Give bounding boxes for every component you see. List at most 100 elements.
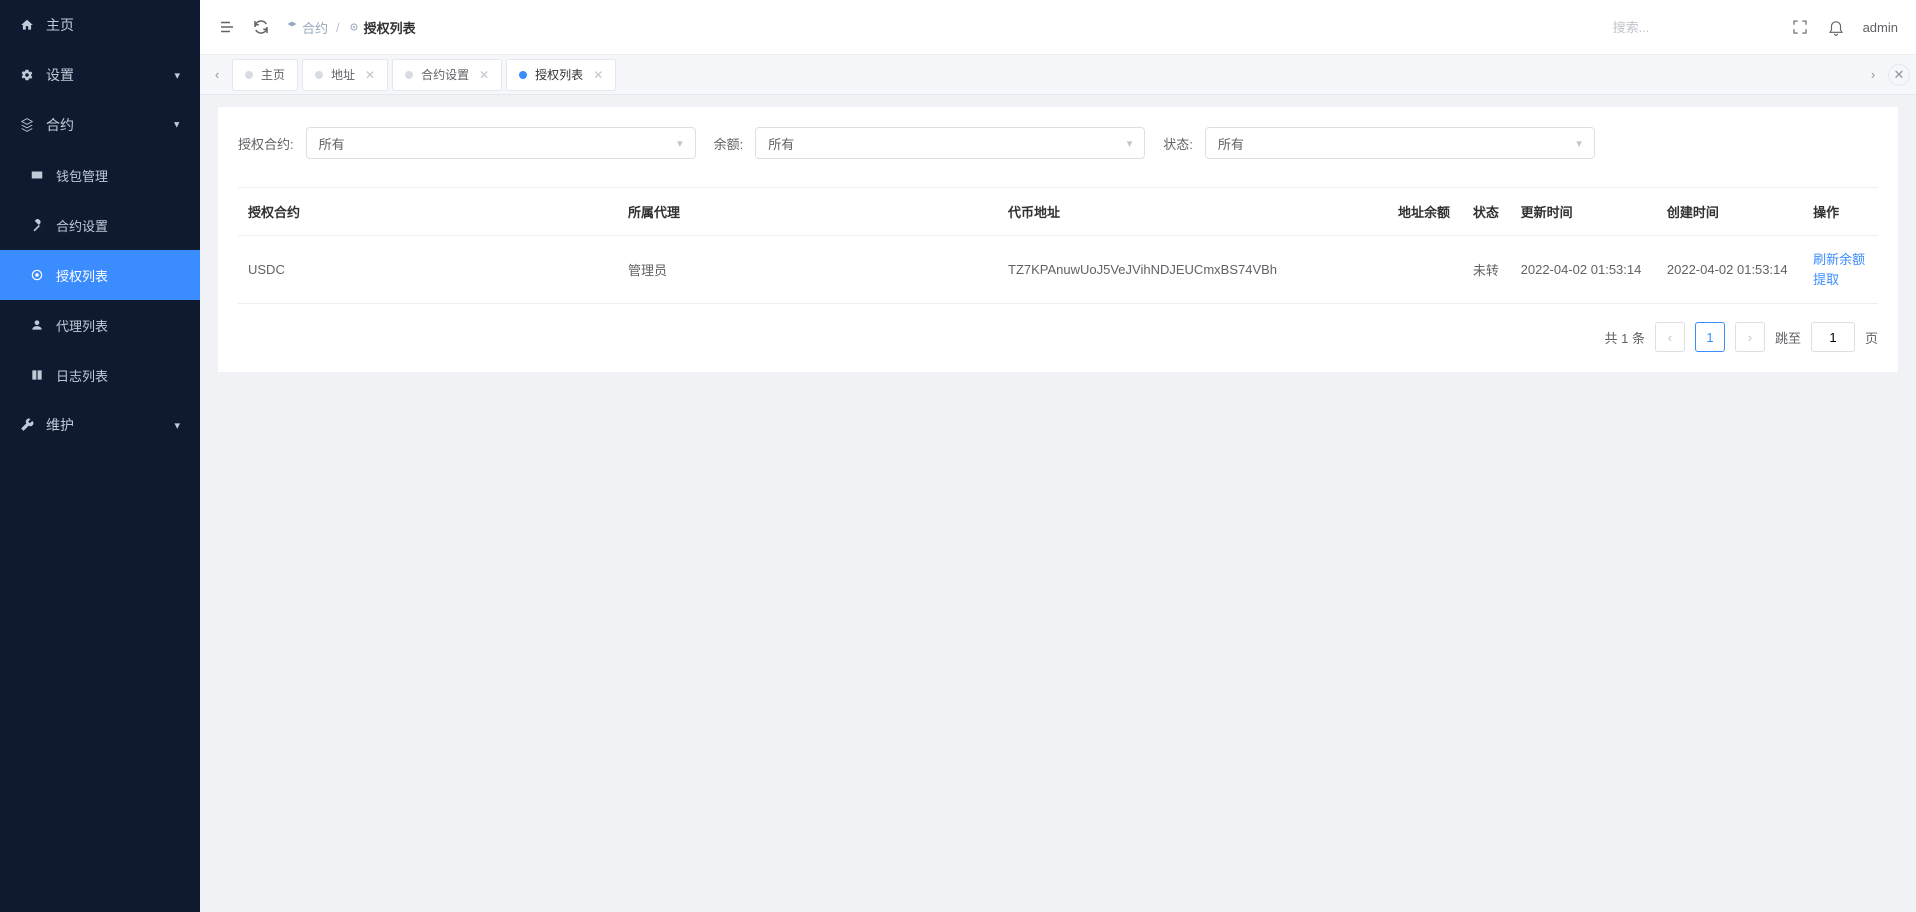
tabs-next-button[interactable]: › — [1862, 56, 1884, 94]
tabs-bar: ‹ 主页 地址 ✕ 合约设置 ✕ 授权列表 ✕ › ✕ — [200, 55, 1916, 95]
chevron-down-icon: ▾ — [1127, 137, 1133, 150]
th-auth-contract: 授权合约 — [238, 188, 618, 236]
tab-home[interactable]: 主页 — [232, 59, 298, 91]
sidebar-item-auth-list[interactable]: 授权列表 — [0, 250, 200, 300]
pager-jump-label: 跳至 — [1775, 328, 1801, 347]
sidebar-item-label: 代理列表 — [56, 316, 108, 335]
action-withdraw[interactable]: 提取 — [1813, 270, 1868, 290]
close-icon[interactable]: ✕ — [593, 68, 603, 82]
th-token-addr: 代币地址 — [998, 188, 1388, 236]
tab-auth-list[interactable]: 授权列表 ✕ — [506, 59, 616, 91]
user-menu[interactable]: admin — [1863, 20, 1898, 35]
gear-icon — [20, 68, 34, 82]
filter-label: 授权合约: — [238, 134, 294, 153]
sidebar-item-log-list[interactable]: 日志列表 — [0, 350, 200, 400]
contract-icon — [20, 118, 34, 132]
filter-contract: 授权合约: 所有 ▾ — [238, 127, 696, 159]
chevron-down-icon: ▾ — [677, 137, 683, 150]
book-icon — [30, 368, 44, 382]
sidebar-item-agent-list[interactable]: 代理列表 — [0, 300, 200, 350]
wrench-icon — [20, 418, 34, 432]
content: 授权合约: 所有 ▾ 余额: 所有 ▾ 状态: 所有 — [200, 95, 1916, 912]
tab-contract-setup[interactable]: 合约设置 ✕ — [392, 59, 502, 91]
chevron-up-icon: ▴ — [174, 119, 180, 132]
tab-label: 授权列表 — [535, 66, 583, 83]
sidebar-item-maintenance[interactable]: 维护 ▾ — [0, 400, 200, 450]
breadcrumb: 合约 / 授权列表 — [286, 18, 416, 37]
pager-jump-input[interactable] — [1811, 322, 1855, 352]
tab-dot-icon — [315, 71, 323, 79]
topbar-right: admin — [1613, 18, 1898, 36]
tabs-prev-button[interactable]: ‹ — [206, 56, 228, 94]
sidebar-item-label: 维护 — [46, 415, 74, 435]
sidebar-item-contract[interactable]: 合约 ▴ — [0, 100, 200, 150]
action-refresh-balance[interactable]: 刷新余额 — [1813, 250, 1868, 270]
pager-page-1[interactable]: 1 — [1695, 322, 1725, 352]
sidebar-item-label: 授权列表 — [56, 266, 108, 285]
th-agent: 所属代理 — [618, 188, 998, 236]
th-create-time: 创建时间 — [1657, 188, 1803, 236]
filter-label: 状态: — [1163, 134, 1193, 153]
th-status: 状态 — [1463, 188, 1511, 236]
select-balance[interactable]: 所有 ▾ — [755, 127, 1145, 159]
fullscreen-icon[interactable] — [1791, 18, 1809, 36]
th-update-time: 更新时间 — [1511, 188, 1657, 236]
breadcrumb-icon — [286, 21, 298, 33]
tabs-scroll: 主页 地址 ✕ 合约设置 ✕ 授权列表 ✕ — [228, 59, 1862, 91]
sidebar-item-label: 钱包管理 — [56, 166, 108, 185]
filter-status: 状态: 所有 ▾ — [1163, 127, 1595, 159]
chevron-down-icon: ▾ — [174, 69, 180, 82]
breadcrumb-item[interactable]: 合约 — [302, 18, 328, 37]
breadcrumb-sep: / — [336, 20, 340, 35]
tabs-close-all-button[interactable]: ✕ — [1888, 64, 1910, 86]
table-header-row: 授权合约 所属代理 代币地址 地址余额 状态 更新时间 创建时间 操作 — [238, 188, 1878, 236]
tab-label: 合约设置 — [421, 66, 469, 83]
filter-balance: 余额: 所有 ▾ — [714, 127, 1146, 159]
pager-page-suffix: 页 — [1865, 328, 1878, 347]
pager-total: 共 1 条 — [1604, 328, 1645, 347]
cell-agent: 管理员 — [618, 236, 998, 304]
cell-addr-balance — [1388, 236, 1463, 304]
tab-label: 主页 — [261, 66, 285, 83]
sidebar-item-contract-setup[interactable]: 合约设置 — [0, 200, 200, 250]
bell-icon[interactable] — [1827, 18, 1845, 36]
tab-label: 地址 — [331, 66, 355, 83]
sidebar-item-settings[interactable]: 设置 ▾ — [0, 50, 200, 100]
wallet-icon — [30, 168, 44, 182]
auth-table: 授权合约 所属代理 代币地址 地址余额 状态 更新时间 创建时间 操作 USDC… — [238, 187, 1878, 304]
th-actions: 操作 — [1803, 188, 1878, 236]
tab-address[interactable]: 地址 ✕ — [302, 59, 388, 91]
menu-toggle-icon[interactable] — [218, 18, 236, 36]
pager-next-button[interactable]: › — [1735, 322, 1765, 352]
select-status[interactable]: 所有 ▾ — [1205, 127, 1595, 159]
tab-dot-icon — [405, 71, 413, 79]
pagination: 共 1 条 ‹ 1 › 跳至 页 — [238, 322, 1878, 352]
sidebar-item-label: 合约设置 — [56, 216, 108, 235]
close-icon[interactable]: ✕ — [365, 68, 375, 82]
cell-update-time: 2022-04-02 01:53:14 — [1511, 236, 1657, 304]
search-input[interactable] — [1613, 20, 1773, 35]
close-icon[interactable]: ✕ — [479, 68, 489, 82]
target-icon — [30, 268, 44, 282]
tab-dot-icon — [245, 71, 253, 79]
card: 授权合约: 所有 ▾ 余额: 所有 ▾ 状态: 所有 — [218, 107, 1898, 372]
topbar: 合约 / 授权列表 admin — [200, 0, 1916, 55]
select-value: 所有 — [768, 134, 794, 153]
home-icon — [20, 18, 34, 32]
refresh-icon[interactable] — [252, 18, 270, 36]
topbar-left: 合约 / 授权列表 — [218, 18, 416, 37]
cell-auth-contract: USDC — [238, 236, 618, 304]
tool-icon — [30, 218, 44, 232]
sidebar: 主页 设置 ▾ 合约 ▴ 钱包管理 合约设置 授权列表 代理列表 日志列表 维护… — [0, 0, 200, 912]
sidebar-item-home[interactable]: 主页 — [0, 0, 200, 50]
select-value: 所有 — [319, 134, 345, 153]
pager-prev-button[interactable]: ‹ — [1655, 322, 1685, 352]
sidebar-item-label: 主页 — [46, 15, 74, 35]
user-icon — [30, 318, 44, 332]
cell-actions: 刷新余额 提取 — [1803, 236, 1878, 304]
filter-label: 余额: — [714, 134, 744, 153]
sidebar-item-label: 设置 — [46, 65, 74, 85]
select-contract[interactable]: 所有 ▾ — [306, 127, 696, 159]
cell-status: 未转 — [1463, 236, 1511, 304]
sidebar-item-wallet[interactable]: 钱包管理 — [0, 150, 200, 200]
